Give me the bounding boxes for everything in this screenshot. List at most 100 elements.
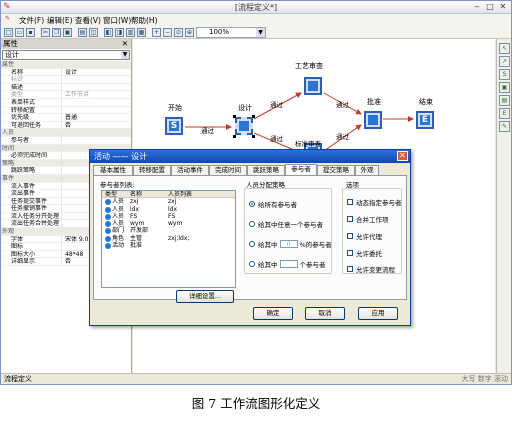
resize-handle[interactable] [252,135,255,138]
node-start[interactable]: S [165,117,183,135]
column-header[interactable]: 人员列表 [168,191,235,198]
tab-basic[interactable]: 基本属性 [93,165,133,175]
property-row[interactable]: 名称 设计 [1,68,131,77]
property-row[interactable]: 描述 [1,83,131,92]
node-design[interactable] [235,117,253,135]
participant-row[interactable]: 活动 批准 [102,242,235,250]
property-row[interactable]: 优先级 普通 [1,114,131,122]
property-row[interactable]: 可退回任务 否 [1,121,131,130]
align-center-icon[interactable]: ◨ [115,28,124,37]
property-category[interactable]: 属性 [1,61,131,69]
tab-participants[interactable]: 参与者 [285,164,317,175]
detail-settings-button[interactable]: 详细设置... [176,290,234,303]
percent-input[interactable]: 0 [279,240,298,248]
preview-icon[interactable]: ◫ [89,28,98,37]
menu-edit[interactable]: 编辑(E) [47,15,73,26]
property-row[interactable]: 转移配置 [1,106,131,115]
option-proxy[interactable]: 允许代理 [347,231,382,241]
tab-completion-time[interactable]: 完成时间 [209,165,247,175]
ok-button[interactable]: 确定 [253,307,293,320]
align-right-icon[interactable]: ▥ [126,28,135,37]
align-left-icon[interactable]: ◧ [104,28,113,37]
cancel-button[interactable]: 取消 [305,307,345,320]
connector-tool-icon[interactable]: ↗ [499,56,510,67]
property-value[interactable]: 设计 [61,68,131,76]
distribute-icon[interactable]: ▦ [137,28,146,37]
participant-row[interactable]: 部门 开发部 [102,227,235,235]
save-icon[interactable]: ▪ [26,28,35,37]
property-row[interactable]: 参与者 [1,136,131,145]
participant-row[interactable]: 人员 zxj zxj [102,198,235,206]
zoom-actual-icon[interactable]: ⊕ [185,28,194,37]
zoom-in-icon[interactable]: + [152,28,161,37]
start-node-tool-icon[interactable]: S [499,69,510,80]
participant-list[interactable]: 类型 名称 人员列表 人员 zxj zxj 人员 ldx ldx 人员 FS FS 人员 wym wy… [101,190,236,288]
property-value[interactable] [61,76,131,83]
maximize-button[interactable]: □ [484,2,496,12]
participant-row[interactable]: 人员 ldx ldx [102,206,235,213]
property-value[interactable] [61,98,131,106]
property-row[interactable]: 表单样式 [1,98,131,107]
copy-icon[interactable]: ❐ [52,28,61,37]
property-value[interactable] [61,61,131,68]
property-row[interactable]: 标识 [1,76,131,84]
property-value[interactable] [61,106,131,114]
tab-appearance[interactable]: 外观 [355,165,379,175]
property-category[interactable]: 人员 [1,129,131,137]
apply-button[interactable]: 应用 [358,307,398,320]
node-end[interactable]: E [416,111,434,129]
menu-window[interactable]: 窗口(W) [103,15,131,26]
option-merge[interactable]: 合并工作项 [347,214,389,224]
print-icon[interactable]: ▤ [78,28,87,37]
select-tool-icon[interactable]: ↖ [499,43,510,54]
zoom-select[interactable]: 100% ▼ [196,27,266,38]
column-header[interactable]: 名称 [130,191,168,198]
property-value[interactable] [61,136,131,144]
end-node-tool-icon[interactable]: E [499,108,510,119]
task-node-tool-icon[interactable]: ▣ [499,82,510,93]
tab-submit-strategy[interactable]: 提交策略 [317,165,355,175]
menu-file[interactable]: 文件(F) [19,15,44,26]
option-dynamic[interactable]: 动态指定参与者 [347,197,402,207]
zoom-fit-icon[interactable]: ⊙ [174,28,183,37]
resize-handle[interactable] [252,115,255,118]
open-icon[interactable]: ▭ [15,28,24,37]
option-delegate[interactable]: 允许委托 [347,248,382,258]
radio-percent[interactable]: 给其中 0 %的参与者 [249,239,332,249]
node-review[interactable] [304,77,322,95]
option-change-flow[interactable]: 允许变更流程 [347,264,395,274]
tab-transfer[interactable]: 转移配置 [133,165,171,175]
close-icon[interactable]: ✕ [122,39,128,49]
participant-row[interactable]: 角色 主管 zxj;ldx; [102,235,235,242]
app-menu-icon[interactable]: ✎ [3,15,12,24]
property-value[interactable]: 工作节点 [61,91,131,98]
resize-handle[interactable] [233,115,236,118]
column-header[interactable]: 类型 [102,191,130,198]
radio-count[interactable]: 给其中 个参与者 [249,259,326,269]
radio-all[interactable]: 给所有参与者 [249,199,297,209]
participant-row[interactable]: 人员 FS FS [102,213,235,220]
new-icon[interactable]: □ [4,28,13,37]
radio-any[interactable]: 给其中任意一个参与者 [249,219,323,229]
property-value[interactable] [61,129,131,136]
count-input[interactable] [279,260,298,268]
dialog-close-button[interactable]: ✕ [397,151,408,161]
tab-events[interactable]: 活动事件 [171,165,209,175]
node-approve[interactable] [364,111,382,129]
cut-icon[interactable]: ✂ [41,28,50,37]
note-tool-icon[interactable]: ✎ [499,121,510,132]
menu-view[interactable]: 查看(V) [75,15,101,26]
menu-help[interactable]: 帮助(H) [131,15,158,26]
paste-icon[interactable]: ▣ [63,28,72,37]
property-value[interactable] [61,83,131,91]
object-select[interactable]: 设计 ▼ [2,50,130,60]
close-button[interactable]: ✕ [497,2,509,12]
property-row[interactable]: 类型 工作节点 [1,91,131,99]
subflow-tool-icon[interactable]: ▤ [499,95,510,106]
property-value[interactable]: 普通 [61,114,131,121]
minimize-button[interactable]: ‒ [471,2,483,12]
zoom-out-icon[interactable]: − [163,28,172,37]
tab-jump-strategy[interactable]: 跳跃策略 [247,165,285,175]
property-value[interactable]: 否 [61,121,131,129]
resize-handle[interactable] [233,135,236,138]
